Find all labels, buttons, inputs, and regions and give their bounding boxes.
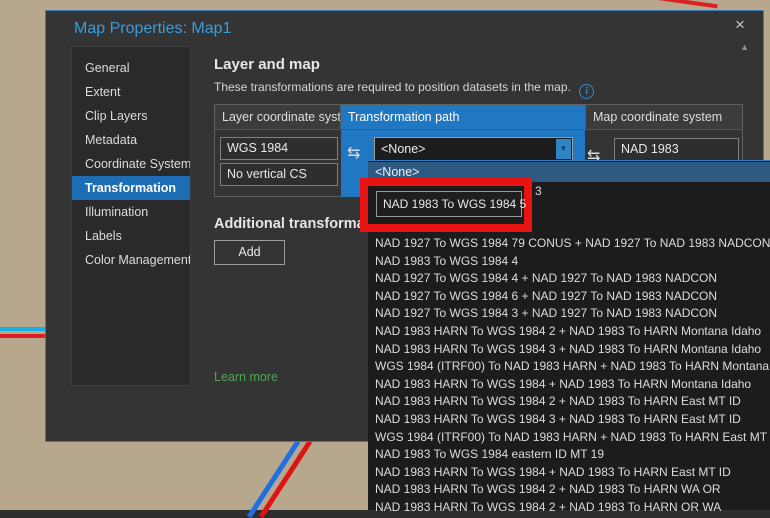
dropdown-items: NAD 1927 To WGS 1984 79 CONUS + NAD 1927… (368, 235, 770, 517)
dropdown-item[interactable]: NAD 1983 HARN To WGS 1984 3 + NAD 1983 T… (368, 341, 770, 359)
dropdown-item[interactable]: NAD 1983 To WGS 1984 4 (368, 253, 770, 271)
layer-cs-field: WGS 1984 (220, 137, 338, 160)
dropdown-item[interactable]: NAD 1983 HARN To WGS 1984 2 + NAD 1983 T… (368, 323, 770, 341)
dropdown-item[interactable]: NAD 1927 To WGS 1984 79 CONUS + NAD 1927… (368, 235, 770, 253)
sidebar-item-labels[interactable]: Labels (72, 224, 190, 248)
red-annotation-box: NAD 1983 To WGS 1984 5 (360, 178, 532, 232)
sidebar: General Extent Clip Layers Metadata Coor… (71, 46, 191, 386)
sidebar-item-general[interactable]: General (72, 56, 190, 80)
column-header-transformation-path: Transformation path (341, 105, 585, 129)
info-icon[interactable]: i (579, 84, 594, 99)
sidebar-item-extent[interactable]: Extent (72, 80, 190, 104)
learn-more-link[interactable]: Learn more (214, 370, 278, 384)
dropdown-item[interactable]: NAD 1927 To WGS 1984 3 + NAD 1927 To NAD… (368, 305, 770, 323)
section-description: These transformations are required to po… (214, 80, 594, 99)
close-icon[interactable]: × (729, 14, 751, 36)
dropdown-item[interactable]: NAD 1983 HARN To WGS 1984 2 + NAD 1983 T… (368, 499, 770, 517)
section-title: Layer and map (214, 56, 320, 73)
add-button[interactable]: Add (214, 240, 285, 265)
combobox-value: <None> (381, 142, 425, 156)
gps-track-line-cyan (0, 327, 46, 331)
transformation-path-combobox[interactable]: <None> ▼ (374, 137, 573, 161)
dropdown-item-obscured[interactable]: 3 (535, 184, 542, 198)
dropdown-item[interactable]: NAD 1983 HARN To WGS 1984 2 + NAD 1983 T… (368, 481, 770, 499)
dropdown-item[interactable]: NAD 1983 HARN To WGS 1984 3 + NAD 1983 T… (368, 411, 770, 429)
layer-vertical-cs-field: No vertical CS (220, 163, 338, 186)
dropdown-item[interactable]: NAD 1983 HARN To WGS 1984 + NAD 1983 To … (368, 464, 770, 482)
swap-arrows-icon: ⇆ (347, 146, 360, 162)
table-header-row: Layer coordinate system Transformation p… (215, 105, 742, 130)
gps-track-line-red (0, 334, 46, 338)
dropdown-item[interactable]: NAD 1983 To WGS 1984 eastern ID MT 19 (368, 446, 770, 464)
dropdown-item[interactable]: WGS 1984 (ITRF00) To NAD 1983 HARN + NAD… (368, 358, 770, 376)
description-text: These transformations are required to po… (214, 80, 571, 94)
sidebar-item-metadata[interactable]: Metadata (72, 128, 190, 152)
sidebar-item-clip-layers[interactable]: Clip Layers (72, 104, 190, 128)
dropdown-item[interactable]: NAD 1927 To WGS 1984 4 + NAD 1927 To NAD… (368, 270, 770, 288)
dropdown-item-highlighted[interactable]: NAD 1983 To WGS 1984 5 (376, 191, 522, 217)
dialog-title: Map Properties: Map1 (74, 20, 231, 38)
column-header-map-coordinate-system: Map coordinate system (585, 105, 742, 129)
sidebar-item-transformation[interactable]: Transformation (72, 176, 190, 200)
sidebar-item-coordinate-systems[interactable]: Coordinate Systems (72, 152, 190, 176)
sidebar-item-illumination[interactable]: Illumination (72, 200, 190, 224)
dropdown-item[interactable]: NAD 1983 HARN To WGS 1984 + NAD 1983 To … (368, 376, 770, 394)
chevron-down-icon[interactable]: ▼ (556, 139, 571, 159)
scroll-up-icon[interactable]: ▲ (740, 43, 749, 52)
column-header-layer-coordinate-system: Layer coordinate system (215, 105, 341, 129)
dropdown-item[interactable]: NAD 1983 HARN To WGS 1984 2 + NAD 1983 T… (368, 393, 770, 411)
dropdown-item[interactable]: NAD 1927 To WGS 1984 6 + NAD 1927 To NAD… (368, 288, 770, 306)
dropdown-item[interactable]: WGS 1984 (ITRF00) To NAD 1983 HARN + NAD… (368, 429, 770, 447)
map-cs-field: NAD 1983 (614, 138, 739, 161)
sidebar-item-color-management[interactable]: Color Management (72, 248, 190, 272)
